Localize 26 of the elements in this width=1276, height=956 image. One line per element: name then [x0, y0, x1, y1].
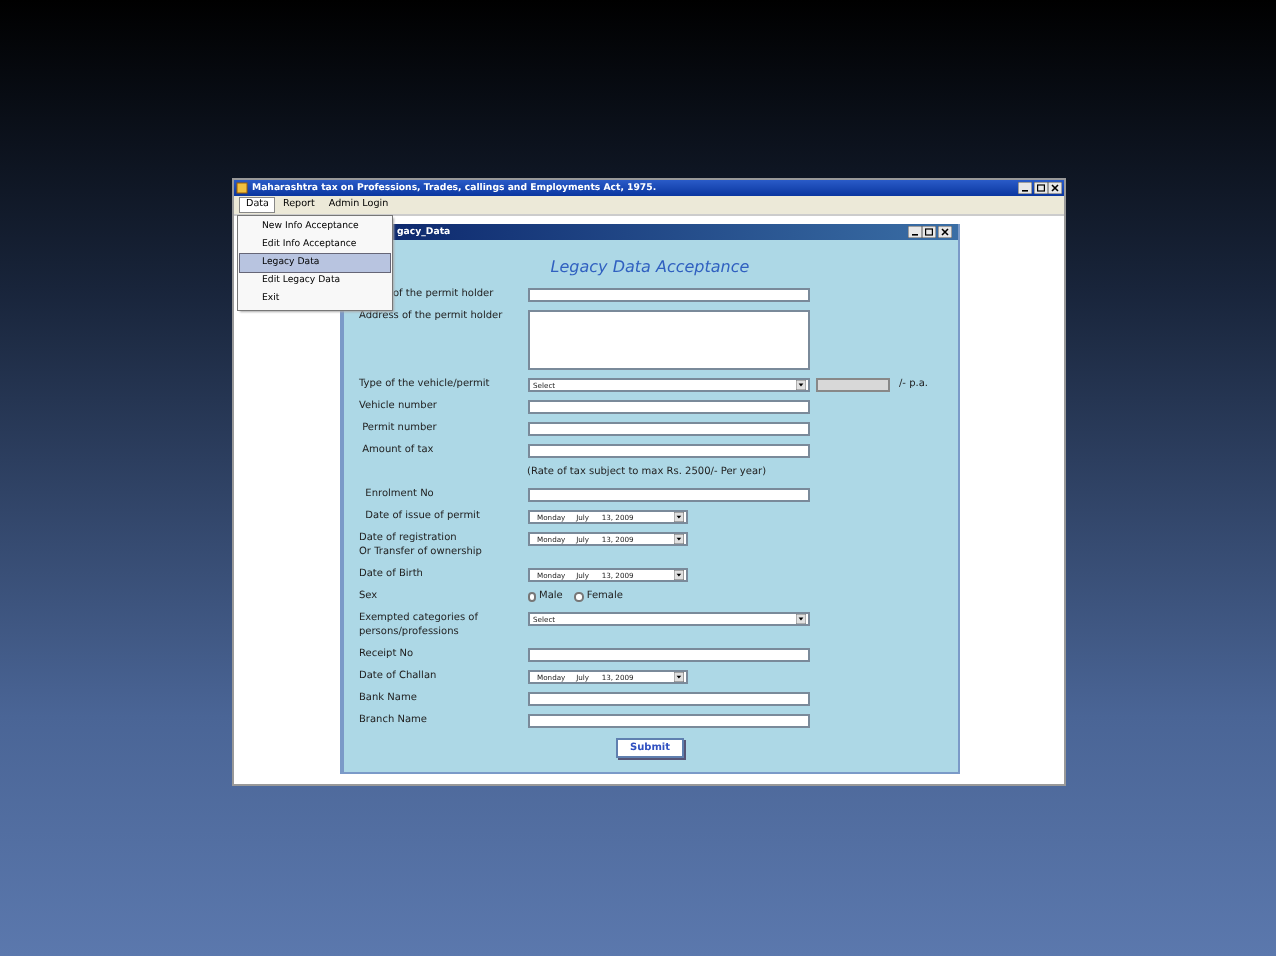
radio-button[interactable] [574, 592, 584, 602]
input-field[interactable] [527, 422, 809, 436]
dropdown-arrow-icon[interactable] [796, 380, 806, 390]
dropdown-arrow-icon[interactable] [674, 534, 684, 544]
minimize-icon[interactable] [907, 226, 921, 238]
minimize-icon[interactable] [1018, 182, 1032, 194]
dropdown-arrow-icon[interactable] [674, 570, 684, 580]
dropdown-arrow-icon[interactable] [674, 512, 684, 522]
dropdown-arrow-icon[interactable] [796, 614, 806, 624]
dropdown-arrow-icon[interactable] [674, 672, 684, 682]
input-field[interactable] [527, 648, 809, 662]
radio-button[interactable] [527, 592, 536, 602]
input-field[interactable] [527, 400, 809, 414]
readonly-field [815, 378, 889, 392]
text-area[interactable] [527, 310, 809, 370]
input-field[interactable] [527, 488, 809, 502]
close-icon[interactable] [937, 226, 951, 238]
input-field[interactable] [527, 444, 809, 458]
maximize-icon[interactable] [1033, 182, 1047, 194]
close-icon[interactable] [1048, 182, 1062, 194]
maximize-icon[interactable] [922, 226, 936, 238]
app-icon [236, 182, 248, 194]
input-field[interactable] [527, 714, 809, 728]
input-field[interactable] [527, 692, 809, 706]
form-heading: Legacy Data Acceptance [548, 256, 752, 278]
input-field[interactable] [527, 288, 809, 302]
